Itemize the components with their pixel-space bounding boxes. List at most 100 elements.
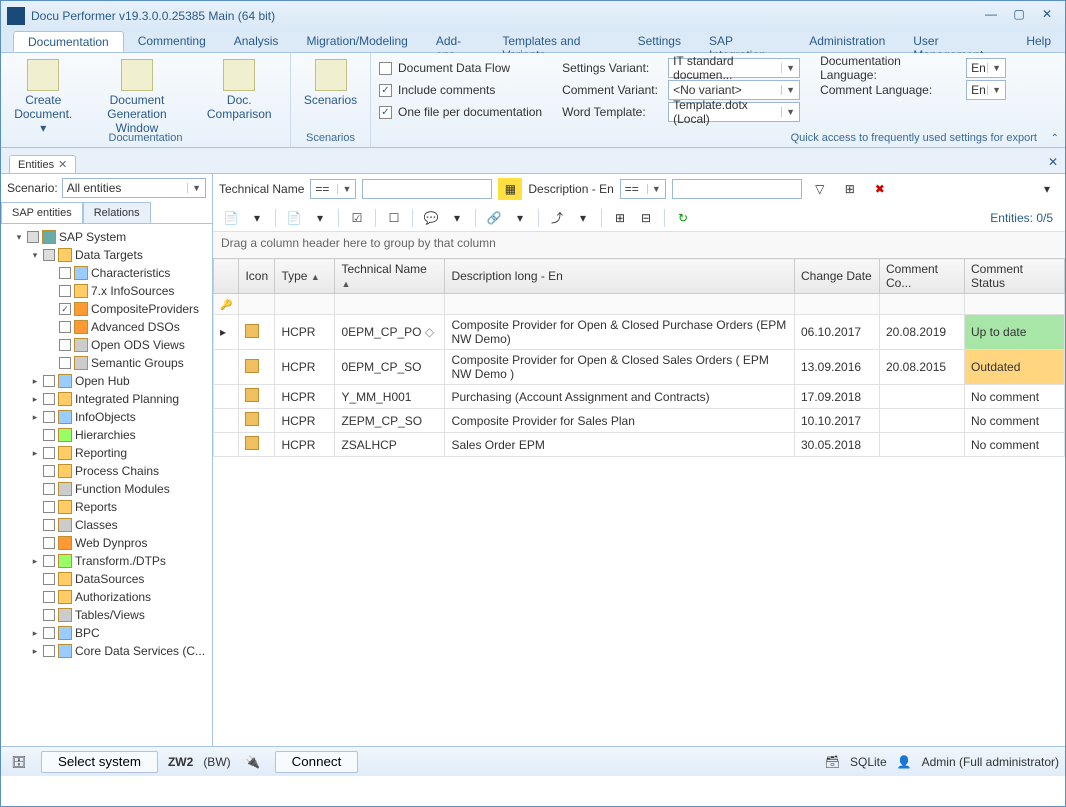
checkbox[interactable] [43,627,55,639]
link-button[interactable]: 🔗 [482,207,506,229]
entities-grid[interactable]: IconType ▲Technical Name ▲Description lo… [213,258,1065,457]
doc-comparison-button[interactable]: Doc. Comparison [196,57,282,123]
checkbox[interactable] [43,447,55,459]
system-icon[interactable]: 🗄 [7,751,31,773]
tree-item[interactable]: ▾SAP System [3,228,210,246]
tree-item[interactable]: ▸Reporting [3,444,210,462]
column-header[interactable]: Comment Co... [880,259,965,294]
dropdown-icon[interactable]: ▾ [571,207,595,229]
column-header[interactable]: Icon [239,259,275,294]
select-system-button[interactable]: Select system [41,751,158,773]
checkbox[interactable] [59,285,71,297]
expand-icon[interactable]: ▸ [30,628,40,639]
checkbox[interactable] [43,483,55,495]
tree-item[interactable]: Authorizations [3,588,210,606]
refresh-button[interactable]: ↻ [671,207,695,229]
desc-operator[interactable]: ==▼ [620,179,666,199]
group-hint[interactable]: Drag a column header here to group by th… [213,232,1065,258]
checkbox[interactable] [43,555,55,567]
tree-item[interactable]: ▸Open Hub [3,372,210,390]
dropdown-icon[interactable]: ▾ [508,207,532,229]
layout-button[interactable]: ⊞ [838,178,862,200]
tree-item[interactable]: Classes [3,516,210,534]
column-header[interactable]: Comment Status [965,259,1065,294]
ribbon-tab-administration[interactable]: Administration [795,31,899,52]
tab-entities[interactable]: Entities ✕ [9,155,76,173]
ribbon-tab-user-management[interactable]: User Management [899,31,1012,52]
tree-item[interactable]: 7.x InfoSources [3,282,210,300]
connection-icon[interactable]: 🔌 [241,751,265,773]
grid-button-2[interactable]: ⊟ [634,207,658,229]
doc-button[interactable]: 📄 [282,207,306,229]
entity-tree[interactable]: ▾SAP System▾Data TargetsCharacteristics7… [1,224,212,746]
tech-name-operator[interactable]: ==▼ [310,179,356,199]
column-header[interactable]: Change Date [795,259,880,294]
tree-item[interactable]: ▸Integrated Planning [3,390,210,408]
checkbox[interactable] [43,465,55,477]
expand-icon[interactable]: ▸ [30,556,40,567]
maximize-button[interactable]: ▢ [1007,7,1031,25]
dropdown-icon[interactable]: ▾ [308,207,332,229]
checkbox[interactable] [43,573,55,585]
checkbox[interactable] [43,537,55,549]
checkbox[interactable] [43,393,55,405]
tree-item[interactable]: ▾Data Targets [3,246,210,264]
connect-button[interactable]: Connect [275,751,359,773]
column-header[interactable]: Type ▲ [275,259,335,294]
highlight-filter-button[interactable]: ▦ [498,178,522,200]
checkbox[interactable] [43,609,55,621]
tree-item[interactable]: ▸BPC [3,624,210,642]
desc-input[interactable] [672,179,802,199]
checkbox[interactable] [59,339,71,351]
tree-item[interactable]: Tables/Views [3,606,210,624]
close-icon[interactable]: ✕ [58,158,67,171]
minimize-button[interactable]: — [979,7,1003,25]
checkbox[interactable] [43,501,55,513]
expand-icon[interactable]: ▸ [30,448,40,459]
comment-button[interactable]: 💬 [419,207,443,229]
checkbox[interactable]: ✓ [59,303,71,315]
tab-sap-entities[interactable]: SAP entities [1,202,83,223]
ribbon-tab-sap-integration[interactable]: SAP Integration [695,31,795,52]
ribbon-tab-analysis[interactable]: Analysis [220,31,293,52]
grid-button-1[interactable]: ⊞ [608,207,632,229]
expand-icon[interactable]: ▸ [30,646,40,657]
table-row[interactable]: HCPR0EPM_CP_SOComposite Provider for Ope… [214,350,1065,385]
tree-item[interactable]: Advanced DSOs [3,318,210,336]
expand-icon[interactable]: ▾ [30,250,40,261]
doc-language-combo[interactable]: En▼ [966,58,1006,78]
doc-generation-window-button[interactable]: Document Generation Window [89,57,184,137]
comment-language-combo[interactable]: En▼ [966,80,1006,100]
tree-item[interactable]: Web Dynpros [3,534,210,552]
checkbox[interactable] [27,231,39,243]
scenario-combo[interactable]: All entities▼ [62,178,206,198]
tab-close-all-icon[interactable]: ✕ [1041,155,1065,173]
table-row[interactable]: HCPRZSALHCPSales Order EPM30.05.2018No c… [214,433,1065,457]
comment-variant-combo[interactable]: <No variant>▼ [668,80,800,100]
checkbox[interactable] [59,321,71,333]
filter-button[interactable]: ▽ [808,178,832,200]
tech-name-input[interactable] [362,179,492,199]
dropdown-icon[interactable]: ▾ [445,207,469,229]
export-button[interactable]: ⤴ [545,207,569,229]
ribbon-tab-documentation[interactable]: Documentation [13,31,124,52]
doc-dataflow-checkbox[interactable] [379,62,392,75]
tab-relations[interactable]: Relations [83,202,151,223]
include-comments-checkbox[interactable]: ✓ [379,84,392,97]
tree-item[interactable]: Open ODS Views [3,336,210,354]
checkbox[interactable] [59,357,71,369]
ribbon-tab-templates-and-variants[interactable]: Templates and Variants [488,31,623,52]
select-button[interactable]: ☑ [345,207,369,229]
column-header[interactable] [214,259,239,294]
table-row[interactable]: HCPRY_MM_H001Purchasing (Account Assignm… [214,385,1065,409]
ribbon-tab-add-ons[interactable]: Add-ons [422,31,489,52]
ribbon-tab-settings[interactable]: Settings [624,31,695,52]
column-header[interactable]: Description long - En [445,259,795,294]
checkbox[interactable] [43,375,55,387]
dropdown-icon[interactable]: ▾ [245,207,269,229]
clear-filter-button[interactable]: ✖ [868,178,892,200]
checkbox[interactable] [59,267,71,279]
expand-collapse-icon[interactable]: ⌃ [1051,133,1059,144]
tree-item[interactable]: Characteristics [3,264,210,282]
ribbon-tab-commenting[interactable]: Commenting [124,31,220,52]
